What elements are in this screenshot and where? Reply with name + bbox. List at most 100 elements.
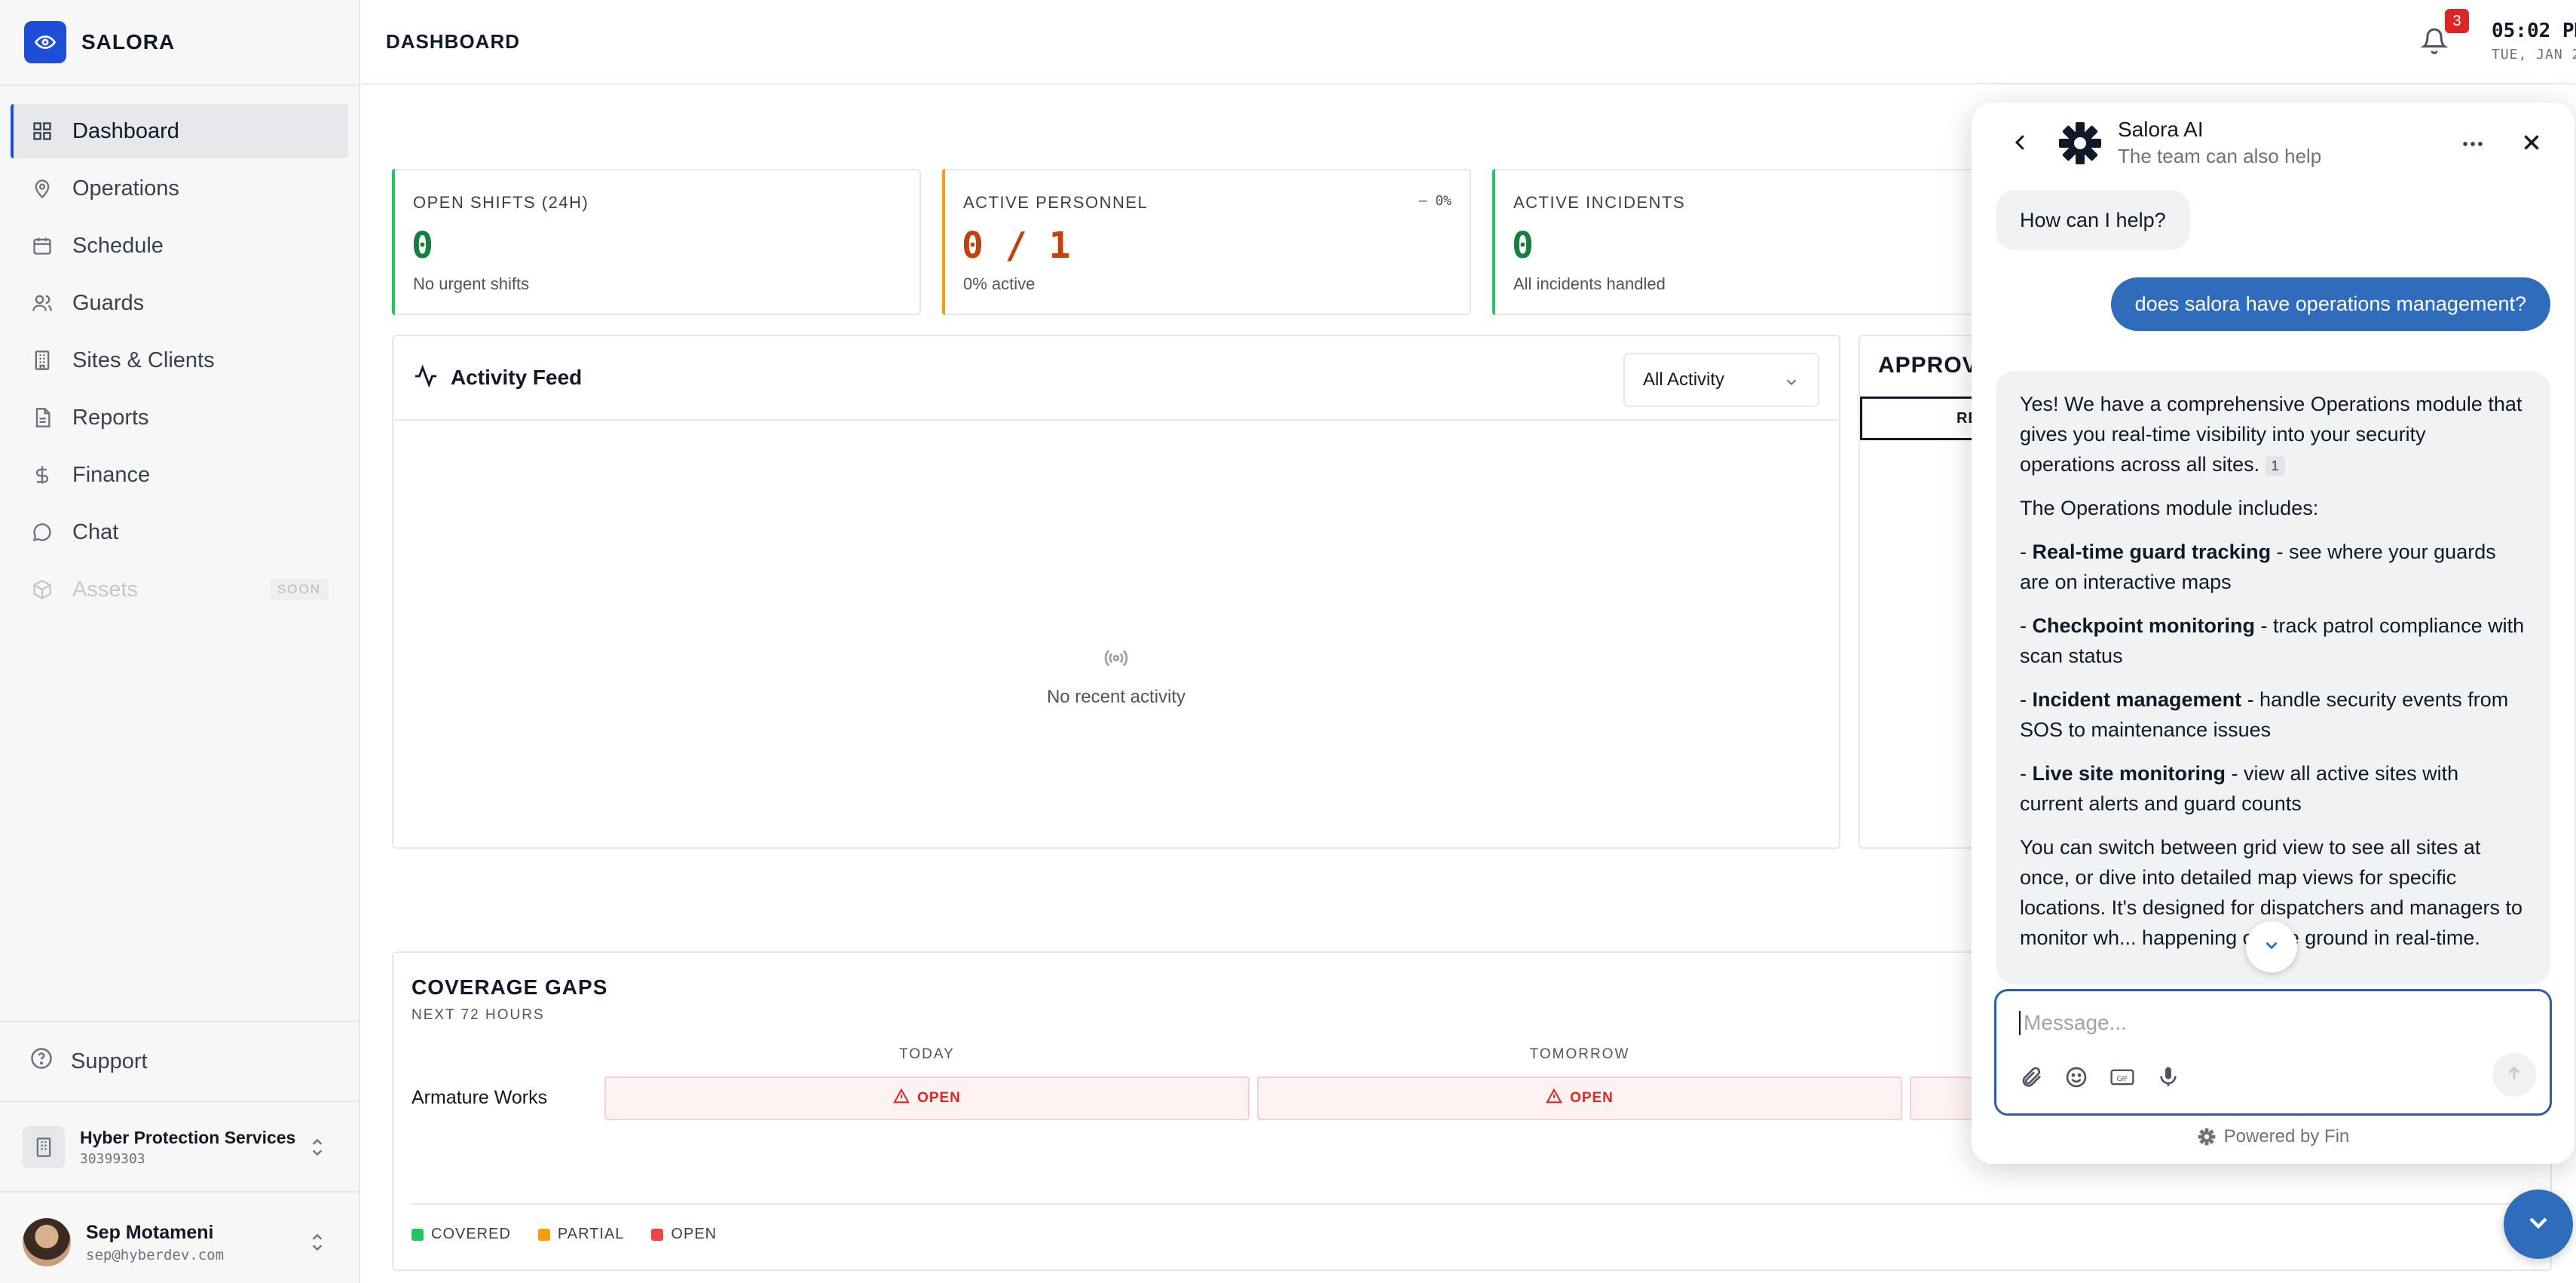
reply-paragraph: Yes! We have a comprehensive Operations … <box>2020 389 2526 479</box>
activity-empty-text: No recent activity <box>1046 687 1186 707</box>
document-icon <box>30 406 54 430</box>
clock-time: 05:02 PM <box>2492 20 2576 42</box>
user-message: does salora have operations management? <box>2110 277 2550 331</box>
reply-list-item: - Checkpoint monitoring - track patrol c… <box>2020 614 2525 667</box>
message-composer[interactable]: Message... GIF <box>1994 989 2552 1116</box>
org-switcher[interactable]: Hyber Protection Services 30399303 <box>23 1122 339 1173</box>
coverage-cell-open[interactable]: OPEN <box>1257 1076 1902 1120</box>
sidebar-item-reports[interactable]: Reports <box>11 390 348 445</box>
message-input[interactable]: Message... <box>2019 1011 2127 1035</box>
coverage-cell-open[interactable]: OPEN <box>604 1076 1250 1120</box>
sidebar-item-finance[interactable]: Finance <box>11 448 348 502</box>
user-email: sep@hyberdev.com <box>86 1246 225 1263</box>
reply-item-title: Live site monitoring <box>2032 762 2226 785</box>
divider <box>0 1191 359 1193</box>
sidebar-item-operations[interactable]: Operations <box>11 161 348 216</box>
microphone-icon[interactable] <box>2156 1065 2180 1089</box>
stat-accent <box>942 169 945 315</box>
clock-date: TUE, JAN 27 <box>2492 47 2576 63</box>
soon-badge: SOON <box>269 579 329 600</box>
divider <box>0 84 359 86</box>
sidebar-item-guards[interactable]: Guards <box>11 276 348 330</box>
emoji-icon[interactable] <box>2064 1065 2088 1089</box>
building-icon <box>23 1126 65 1168</box>
chevron-up-down-icon <box>307 1230 327 1258</box>
activity-filter-select[interactable]: All Activity <box>1623 353 1819 407</box>
reply-lead: The Operations module includes: <box>2020 497 2319 519</box>
coverage-cell-status: OPEN <box>1570 1090 1614 1106</box>
sidebar-item-label: Reports <box>72 405 149 430</box>
column-tomorrow: TOMORROW <box>1529 1046 1630 1062</box>
sidebar-nav: Dashboard Operations Schedule Guards Sit… <box>11 104 348 620</box>
stat-card-active-incidents[interactable]: ACTIVE INCIDENTS 0 All incidents handled <box>1492 169 2021 315</box>
legend-swatch <box>411 1228 424 1241</box>
grid-icon <box>30 119 54 143</box>
activity-empty-state: No recent activity <box>393 645 1839 708</box>
chat-agent-subtitle: The team can also help <box>2118 145 2322 167</box>
bell-icon[interactable] <box>2420 27 2449 58</box>
user-menu[interactable]: Sep Motameni sep@hyberdev.com <box>23 1215 339 1269</box>
legend-label: PARTIAL <box>557 1226 625 1242</box>
stat-value: 0 <box>411 225 433 267</box>
more-horizontal-icon[interactable] <box>2460 131 2486 161</box>
brand[interactable]: SALORA <box>24 20 175 65</box>
legend-covered: COVERED <box>411 1226 511 1243</box>
sidebar-item-dashboard[interactable]: Dashboard <box>11 104 348 158</box>
close-icon[interactable] <box>2519 130 2544 159</box>
legend-open: OPEN <box>651 1226 717 1243</box>
page-title: DASHBOARD <box>386 30 520 53</box>
activity-feed-title: Activity Feed <box>451 366 583 389</box>
building-icon <box>30 348 54 372</box>
legend-swatch <box>537 1228 550 1241</box>
warning-triangle-icon <box>1546 1088 1562 1109</box>
reply-item-title: Incident management <box>2032 688 2242 711</box>
chevron-down-icon <box>1783 374 1800 396</box>
chat-widget: Salora AI The team can also help How can… <box>1972 103 2574 1164</box>
avatar <box>23 1218 71 1266</box>
stat-label: OPEN SHIFTS (24H) <box>413 193 589 212</box>
org-name: Hyber Protection Services <box>80 1128 296 1147</box>
bot-message: How can I help? <box>1996 190 2190 250</box>
divider <box>411 1203 2550 1205</box>
scroll-to-bottom-button[interactable] <box>2246 921 2297 972</box>
box-icon <box>30 577 54 602</box>
legend-partial: PARTIAL <box>537 1226 625 1243</box>
calendar-icon <box>30 234 54 258</box>
divider <box>0 1101 359 1102</box>
stat-card-open-shifts[interactable]: OPEN SHIFTS (24H) 0 No urgent shifts <box>392 169 921 315</box>
powered-by[interactable]: Powered by Fin <box>1972 1126 2574 1147</box>
activity-feed-panel: Activity Feed All Activity No recent act… <box>392 335 1840 849</box>
reply-list-item: - Live site monitoring - view all active… <box>2020 762 2459 815</box>
sidebar: SALORA Dashboard Operations Schedule Gua… <box>0 0 360 1283</box>
user-name: Sep Motameni <box>86 1221 214 1243</box>
citation-badge[interactable]: 1 <box>2265 455 2285 476</box>
sidebar-item-chat[interactable]: Chat <box>11 505 348 559</box>
stat-card-active-personnel[interactable]: ACTIVE PERSONNEL — 0% 0 / 1 0% active <box>942 169 1471 315</box>
back-arrow-icon[interactable] <box>2009 131 2032 158</box>
sidebar-item-label: Operations <box>72 176 179 201</box>
reply-item-title: Real-time guard tracking <box>2032 540 2272 563</box>
users-icon <box>30 291 54 315</box>
legend-label: OPEN <box>671 1226 717 1242</box>
stat-label: ACTIVE INCIDENTS <box>1513 193 1686 212</box>
divider <box>0 1021 359 1022</box>
sidebar-item-schedule[interactable]: Schedule <box>11 219 348 273</box>
sidebar-item-sites-clients[interactable]: Sites & Clients <box>11 333 348 387</box>
brand-name: SALORA <box>81 30 176 54</box>
fin-logo-icon <box>2056 119 2104 167</box>
stat-sub: No urgent shifts <box>413 274 530 293</box>
powered-by-text: Powered by Fin <box>2223 1126 2350 1147</box>
broadcast-icon <box>1103 645 1130 676</box>
stat-value: 0 <box>1512 225 1534 267</box>
chat-messages[interactable]: How can I help? does salora have operati… <box>1972 185 2574 984</box>
chat-launcher-button[interactable] <box>2504 1190 2573 1259</box>
support-link[interactable]: Support <box>30 1040 148 1082</box>
chevron-up-down-icon <box>307 1135 327 1163</box>
send-button[interactable] <box>2492 1053 2536 1097</box>
coverage-cell-status: OPEN <box>917 1090 961 1106</box>
legend-label: COVERED <box>431 1226 511 1242</box>
gif-icon[interactable]: GIF <box>2109 1065 2135 1089</box>
paperclip-icon[interactable] <box>2019 1065 2043 1089</box>
bot-message: Yes! We have a comprehensive Operations … <box>1996 371 2550 984</box>
activity-feed-header: Activity Feed All Activity <box>393 336 1839 421</box>
